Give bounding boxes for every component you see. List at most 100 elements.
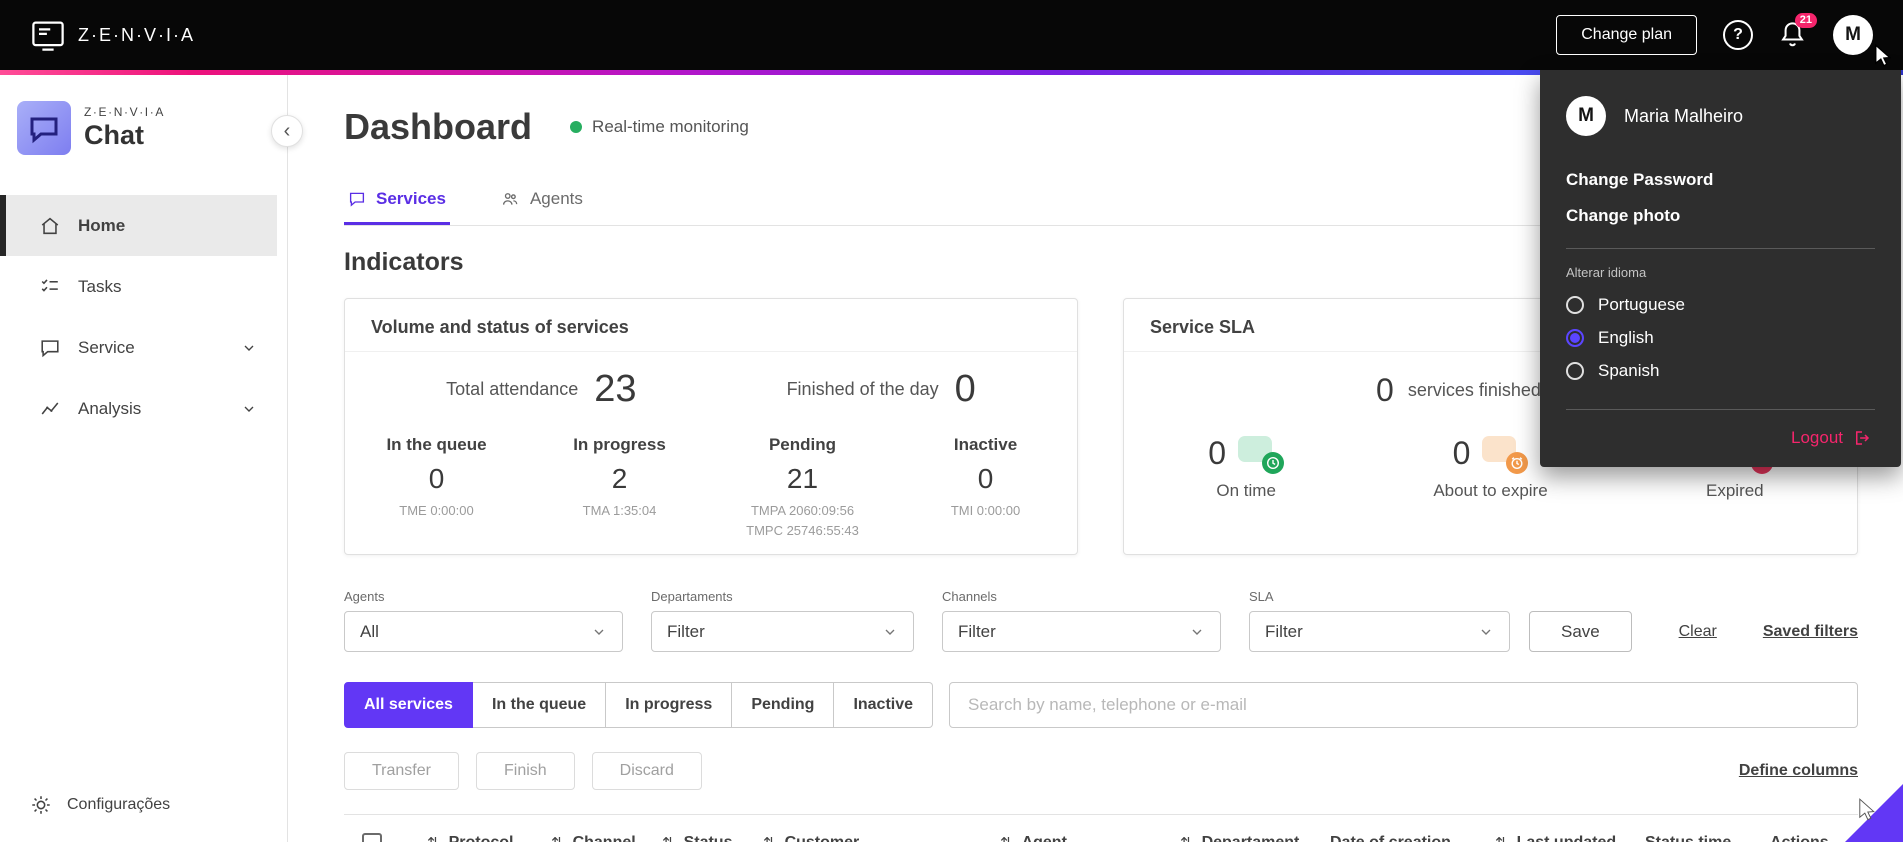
chat-widget-corner[interactable] (1845, 784, 1903, 842)
define-columns-link[interactable]: Define columns (1739, 762, 1858, 780)
change-photo-item[interactable]: Change photo (1566, 206, 1875, 226)
departaments-select[interactable]: Filter (651, 611, 914, 652)
sla-select[interactable]: Filter (1249, 611, 1510, 652)
menu-divider (1566, 248, 1875, 249)
status-tab-in-progress[interactable]: In progress (606, 682, 733, 728)
menu-divider (1566, 409, 1875, 410)
user-menu-header: M Maria Malheiro (1566, 96, 1875, 136)
user-avatar-button[interactable]: M (1833, 15, 1873, 55)
summary-label: Finished of the day (786, 379, 939, 399)
sort-icon: ⇅ (551, 834, 564, 842)
sidebar-collapse-button[interactable]: ‹ (271, 115, 303, 147)
question-mark-icon: ? (1733, 26, 1743, 43)
user-name: Maria Malheiro (1624, 105, 1744, 126)
column-header-date-of-creation[interactable]: Date of creation (1330, 834, 1495, 842)
help-button[interactable]: ? (1723, 20, 1753, 50)
finish-button[interactable]: Finish (475, 752, 575, 790)
filter-channels: Channels Filter (942, 589, 1221, 652)
column-header-last-updated[interactable]: ⇅ Last updated (1495, 834, 1645, 842)
status-tab-pending[interactable]: Pending (732, 682, 835, 728)
chevron-down-icon (885, 629, 895, 635)
line-chart-icon (41, 402, 59, 415)
settings-label: Configurações (67, 796, 171, 813)
discard-button[interactable]: Discard (591, 752, 702, 790)
brand-wordmark: Z·E·N·V·I·A (78, 24, 195, 45)
tab-agents[interactable]: Agents (496, 181, 587, 225)
notifications-button[interactable]: 21 (1779, 13, 1817, 50)
stat-in-progress: In progress 2 TMA 1:35:04 (573, 435, 666, 518)
zenvia-chat-logo: Z·E·N·V·I·A Chat (0, 75, 287, 165)
column-header-agent[interactable]: ⇅ Agent (1000, 834, 1180, 842)
sidebar-nav: Home Tasks Service Analysis (0, 195, 287, 439)
summary-value: 23 (594, 368, 637, 410)
sidebar-item-analysis[interactable]: Analysis (0, 378, 287, 439)
sort-icon: ⇅ (662, 834, 675, 842)
sidebar-item-service[interactable]: Service (0, 317, 287, 378)
chevron-down-icon (594, 629, 604, 635)
change-plan-button[interactable]: Change plan (1556, 15, 1697, 55)
sidebar-item-label: Home (78, 215, 126, 235)
sort-icon: ⇅ (1495, 834, 1508, 842)
language-option-portuguese[interactable]: Portuguese (1566, 288, 1875, 321)
sidebar-item-tasks[interactable]: Tasks (0, 256, 287, 317)
column-header-departament[interactable]: ⇅ Departament (1180, 834, 1330, 842)
status-tab-inactive[interactable]: Inactive (834, 682, 934, 728)
search-input[interactable] (949, 682, 1858, 728)
language-option-spanish[interactable]: Spanish (1566, 354, 1875, 387)
home-icon (41, 217, 59, 234)
tab-label: Agents (529, 189, 583, 208)
filters-bar: Agents All Departaments Filter Channels … (344, 589, 1858, 652)
green-status-dot (570, 121, 583, 133)
monitoring-label: Real-time monitoring (592, 117, 749, 136)
language-option-english[interactable]: English (1566, 321, 1875, 354)
gear-icon (32, 796, 50, 814)
sidebar-brand-wordmark: Z·E·N·V·I·A (84, 105, 165, 119)
zenvia-logo: Z·E·N·V·I·A (30, 17, 195, 53)
sidebar-item-label: Analysis (78, 398, 142, 418)
save-filter-button[interactable]: Save (1529, 611, 1632, 652)
chevron-down-icon (241, 340, 257, 356)
realtime-monitoring-status: Real-time monitoring (570, 117, 749, 137)
column-header-protocol[interactable]: ⇅ Protocol (427, 834, 551, 842)
sidebar-item-home[interactable]: Home (0, 195, 277, 256)
sidebar-item-label: Tasks (78, 276, 122, 296)
speech-bubble-icon (349, 192, 365, 207)
clear-filters-link[interactable]: Clear (1679, 623, 1717, 641)
sidebar-brand-product: Chat (84, 120, 144, 150)
people-icon (502, 193, 518, 205)
on-time-clock-icon (1238, 435, 1285, 474)
column-header-channel[interactable]: ⇅ Channel (551, 834, 662, 842)
stat-pending: Pending 21 TMPA 2060:09:56 TMPC 25746:55… (746, 435, 859, 539)
notification-badge: 21 (1794, 13, 1817, 28)
radio-selected-icon (1566, 328, 1584, 347)
zenvia-chat-logo-icon (17, 101, 71, 155)
sort-icon: ⇅ (763, 834, 776, 842)
filter-agents: Agents All (344, 589, 623, 652)
sort-icon: ⇅ (1000, 834, 1013, 842)
summary-label: Total attendance (446, 379, 579, 399)
select-all-checkbox[interactable] (362, 832, 382, 842)
column-header-status[interactable]: ⇅ Status (662, 834, 763, 842)
alarm-clock-icon (1482, 435, 1529, 474)
change-password-item[interactable]: Change Password (1566, 170, 1875, 190)
column-header-customer[interactable]: ⇅ Customer (763, 834, 1000, 842)
user-menu-avatar: M (1566, 96, 1606, 136)
transfer-button[interactable]: Transfer (344, 752, 459, 790)
volume-card: Volume and status of services Total atte… (344, 298, 1078, 555)
radio-unselected-icon (1566, 361, 1584, 380)
total-attendance: Total attendance 23 (446, 368, 636, 411)
agents-select[interactable]: All (344, 611, 623, 652)
saved-filters-link[interactable]: Saved filters (1763, 623, 1858, 641)
service-status-tabs: All services In the queue In progress Pe… (344, 682, 934, 728)
sidebar-item-label: Service (78, 337, 135, 357)
status-tab-all-services[interactable]: All services (344, 682, 473, 728)
logout-button[interactable]: Logout (1566, 428, 1875, 448)
tasks-icon (41, 278, 58, 292)
tab-services[interactable]: Services (344, 181, 450, 225)
sla-stat-on-time: 0 On time (1124, 435, 1368, 501)
services-table-header: ⇅ Protocol ⇅ Channel ⇅ Status ⇅ Customer… (344, 814, 1858, 842)
summary-value: 0 (954, 368, 976, 410)
sidebar-item-settings[interactable]: Configurações (0, 774, 287, 842)
channels-select[interactable]: Filter (942, 611, 1221, 652)
status-tab-in-the-queue[interactable]: In the queue (472, 682, 607, 728)
